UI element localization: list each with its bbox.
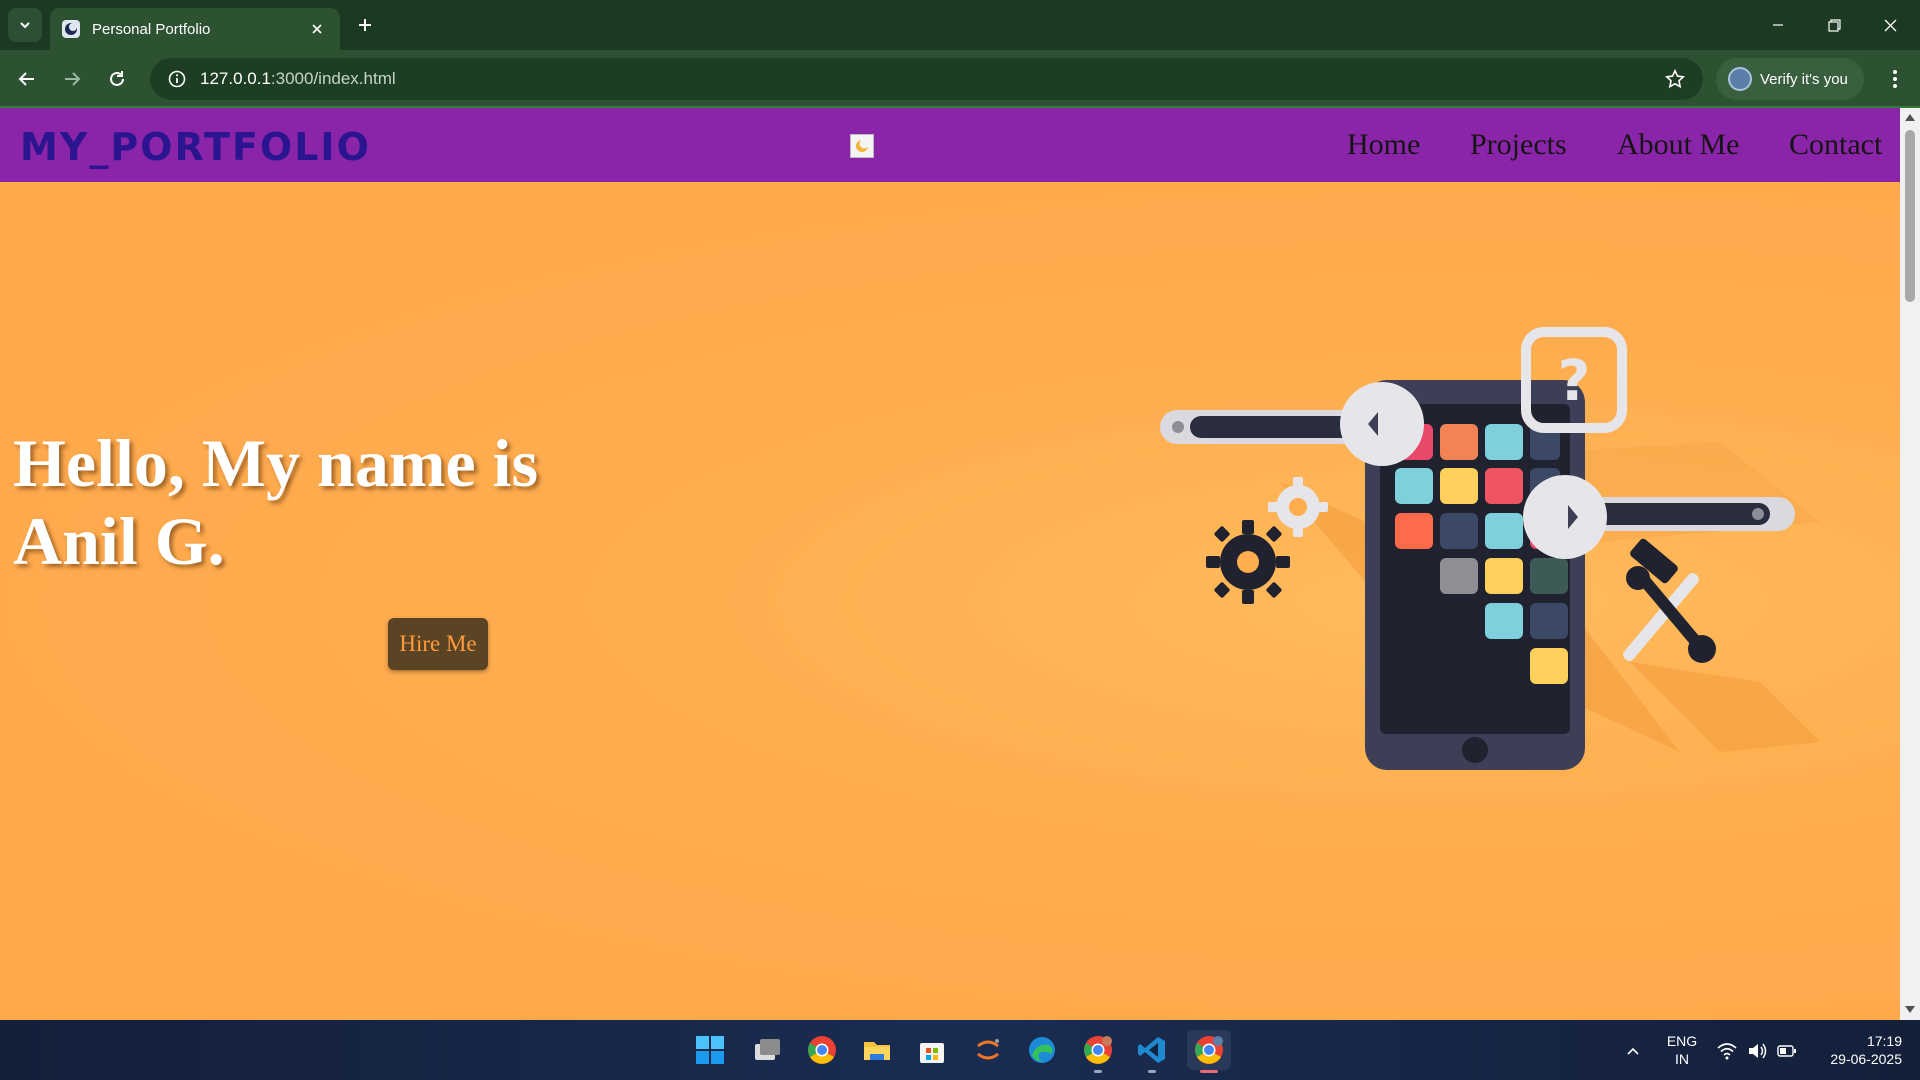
region-code: IN bbox=[1675, 1051, 1689, 1067]
site-navbar: MY_PORTFOLIO Home Projects About Me Cont… bbox=[0, 108, 1900, 182]
minimize-button[interactable] bbox=[1750, 0, 1806, 50]
reload-button[interactable] bbox=[102, 64, 132, 94]
tab-strip: Personal Portfolio bbox=[0, 0, 1920, 50]
arrow-left-icon bbox=[18, 72, 34, 86]
close-icon bbox=[1884, 19, 1896, 31]
nav-link-contact[interactable]: Contact bbox=[1789, 128, 1882, 162]
plus-icon bbox=[359, 19, 371, 31]
hire-me-button[interactable]: Hire Me bbox=[388, 618, 488, 670]
moon-icon bbox=[856, 138, 870, 152]
edge-icon[interactable] bbox=[1022, 1030, 1062, 1070]
minimize-icon bbox=[1773, 24, 1783, 26]
vscode-icon[interactable] bbox=[1132, 1030, 1172, 1073]
close-window-button[interactable] bbox=[1862, 0, 1918, 50]
forward-button[interactable] bbox=[57, 64, 87, 94]
bookmark-star-icon[interactable] bbox=[1663, 67, 1687, 91]
gear-icon bbox=[1206, 477, 1328, 604]
mobile-app-development-icon: ? bbox=[1160, 327, 1820, 770]
back-button[interactable] bbox=[12, 64, 42, 94]
scroll-up-arrow-icon[interactable] bbox=[1905, 114, 1915, 121]
running-indicator bbox=[1094, 1070, 1102, 1073]
tab-title: Personal Portfolio bbox=[92, 20, 211, 38]
page-scrollbar[interactable] bbox=[1900, 108, 1920, 1020]
new-tab-button[interactable] bbox=[352, 12, 378, 38]
jupyter-icon[interactable] bbox=[968, 1030, 1008, 1070]
tools-icon bbox=[1623, 538, 1716, 663]
avatar bbox=[1728, 67, 1752, 91]
scroll-down-arrow-icon[interactable] bbox=[1905, 1006, 1915, 1013]
restore-button[interactable] bbox=[1806, 0, 1862, 50]
reload-icon bbox=[110, 71, 124, 86]
clock-time: 17:19 bbox=[1866, 1033, 1902, 1049]
address-bar[interactable]: 127.0.0.1:3000/index.html bbox=[150, 58, 1703, 100]
clock[interactable]: 17:19 29-06-2025 bbox=[1812, 1032, 1902, 1068]
restore-icon bbox=[1827, 18, 1841, 32]
nav-link-about-me[interactable]: About Me bbox=[1617, 128, 1740, 162]
url-host: 127.0.0.1 bbox=[200, 69, 271, 88]
scrollbar-thumb[interactable] bbox=[1905, 130, 1915, 302]
clock-date: 29-06-2025 bbox=[1830, 1051, 1902, 1067]
battery-icon[interactable] bbox=[1776, 1040, 1798, 1062]
verify-label: Verify it's you bbox=[1760, 70, 1848, 88]
show-hidden-icons-chevron-up-icon[interactable] bbox=[1622, 1040, 1644, 1062]
active-window-indicator bbox=[1200, 1070, 1218, 1073]
language-code: ENG bbox=[1666, 1033, 1698, 1049]
tab-search-button[interactable] bbox=[8, 8, 42, 42]
favicon-icon bbox=[62, 20, 80, 38]
site-logo[interactable]: MY_PORTFOLIO bbox=[20, 125, 371, 169]
windows-start-icon[interactable] bbox=[690, 1030, 730, 1070]
more-vertical-icon bbox=[1893, 70, 1897, 88]
microsoft-store-icon[interactable] bbox=[912, 1030, 952, 1070]
url-path: :3000/index.html bbox=[270, 69, 396, 88]
hero-section: Hello, My name is Anil G. Hire Me ? bbox=[0, 182, 1900, 1020]
volume-icon[interactable] bbox=[1746, 1040, 1768, 1062]
running-indicator bbox=[1148, 1070, 1156, 1073]
theme-toggle-button[interactable] bbox=[850, 134, 874, 158]
file-explorer-icon[interactable] bbox=[857, 1030, 897, 1070]
tab-personal-portfolio[interactable]: Personal Portfolio bbox=[50, 8, 340, 50]
nav-link-home[interactable]: Home bbox=[1347, 128, 1420, 162]
profile-verify-button[interactable]: Verify it's you bbox=[1716, 58, 1864, 100]
chevron-down-icon bbox=[20, 22, 30, 29]
svg-text:?: ? bbox=[1558, 349, 1590, 414]
task-view-icon[interactable] bbox=[747, 1030, 787, 1070]
chrome-icon[interactable] bbox=[802, 1030, 842, 1070]
input-language[interactable]: ENG IN bbox=[1662, 1032, 1702, 1068]
wifi-icon[interactable] bbox=[1716, 1040, 1738, 1062]
site-info-icon[interactable] bbox=[164, 66, 190, 92]
page-viewport: MY_PORTFOLIO Home Projects About Me Cont… bbox=[0, 108, 1900, 1020]
arrow-right-icon bbox=[65, 72, 81, 86]
chrome-profile-icon[interactable] bbox=[1078, 1030, 1118, 1073]
nav-link-projects[interactable]: Projects bbox=[1470, 128, 1567, 162]
windows-taskbar: ENG IN 17:19 29-06-2025 bbox=[0, 1020, 1920, 1080]
chrome-active-icon[interactable] bbox=[1187, 1030, 1231, 1073]
browser-menu-button[interactable] bbox=[1880, 64, 1910, 94]
hero-heading: Hello, My name is Anil G. bbox=[13, 425, 539, 579]
close-tab-icon[interactable] bbox=[306, 18, 328, 40]
